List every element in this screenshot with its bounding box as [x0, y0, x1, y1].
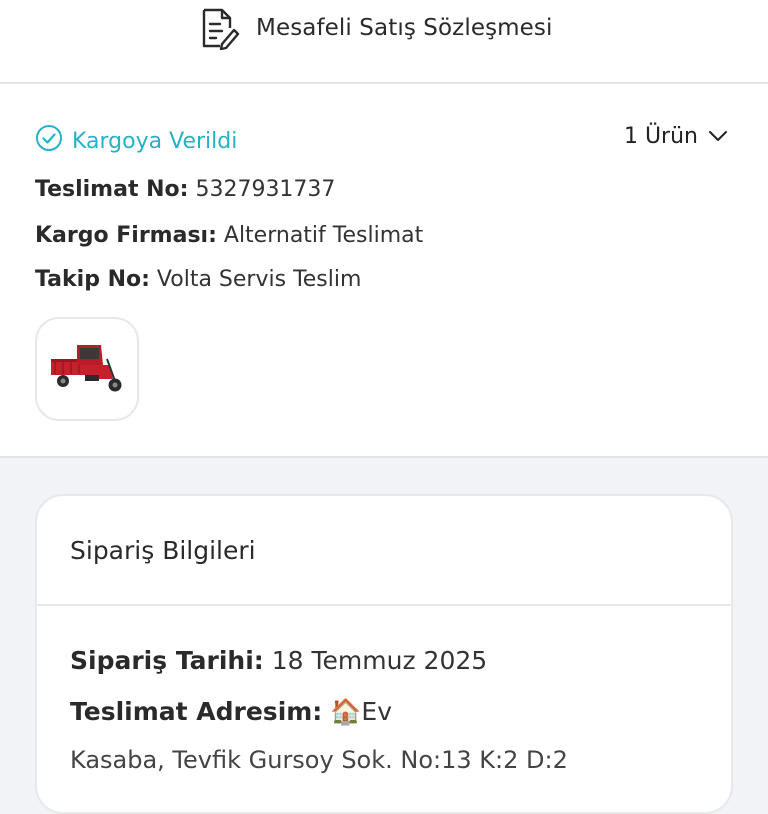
cargo-company-row: Kargo Firması: Alternatif Teslimat [35, 223, 423, 248]
tracking-no-row: Takip No: Volta Servis Teslim [35, 267, 361, 292]
chevron-down-icon [708, 124, 728, 149]
distance-sales-contract-link[interactable]: Mesafeli Satış Sözleşmesi [200, 6, 553, 50]
top-bar: Mesafeli Satış Sözleşmesi [0, 0, 768, 84]
delivery-address-name: Ev [361, 697, 392, 726]
delivery-no-label: Teslimat No: [35, 177, 189, 202]
address-text: Kasaba, Tevfik Gursoy Sok. No:13 K:2 D:2 [70, 746, 568, 774]
order-info-title: Sipariş Bilgileri [70, 536, 256, 565]
order-date-row: Sipariş Tarihi: 18 Temmuz 2025 [70, 646, 487, 675]
delivery-address-label: Teslimat Adresim: [70, 697, 323, 726]
delivery-section: Kargoya Verildi 1 Ürün Teslimat No: 5327… [0, 84, 768, 458]
tracking-no-value: Volta Servis Teslim [156, 267, 362, 292]
order-info-card: Sipariş Bilgileri Sipariş Tarihi: 18 Tem… [35, 494, 733, 814]
delivery-no-value: 5327931737 [195, 177, 336, 202]
cargo-tricycle-image [51, 345, 122, 392]
card-divider [37, 604, 731, 606]
check-circle-icon [35, 124, 63, 158]
cargo-company-label: Kargo Firması: [35, 223, 217, 248]
cargo-company-value: Alternatif Teslimat [223, 223, 424, 248]
contract-label: Mesafeli Satış Sözleşmesi [256, 15, 553, 41]
document-edit-icon [200, 6, 240, 50]
order-date-value: 18 Temmuz 2025 [271, 646, 488, 675]
delivery-status: Kargoya Verildi [35, 124, 237, 158]
product-count-toggle[interactable]: 1 Ürün [624, 124, 728, 149]
product-thumbnail[interactable] [35, 317, 139, 421]
delivery-no-row: Teslimat No: 5327931737 [35, 177, 335, 202]
product-count-label: 1 Ürün [623, 124, 698, 149]
delivery-address-row: Teslimat Adresim: 🏠Ev [70, 697, 392, 727]
tracking-no-label: Takip No: [35, 267, 150, 292]
order-date-label: Sipariş Tarihi: [70, 646, 264, 675]
home-icon: 🏠 [330, 697, 362, 726]
status-label: Kargoya Verildi [72, 128, 238, 154]
